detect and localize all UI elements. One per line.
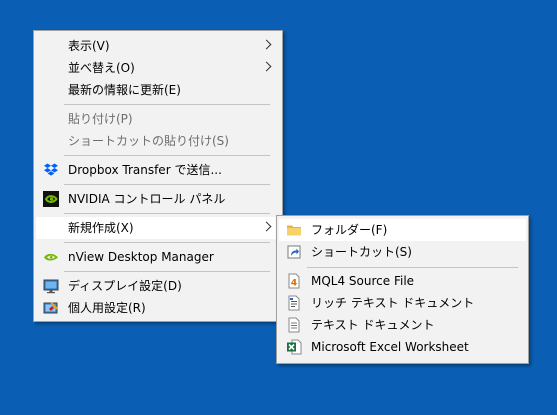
text-document-icon — [288, 317, 300, 333]
menu-separator — [64, 242, 270, 243]
menu-separator — [307, 267, 518, 268]
menu-separator — [64, 184, 270, 185]
menu-separator — [64, 104, 270, 105]
menu-item-paste-shortcut: ショートカットの貼り付け(S) — [36, 130, 280, 152]
menu-item-label: ディスプレイ設定(D) — [68, 279, 182, 293]
menu-item-label: 貼り付け(P) — [68, 112, 133, 126]
menu-item-label: nView Desktop Manager — [68, 250, 214, 264]
menu-item-new[interactable]: 新規作成(X) — [36, 217, 280, 239]
personalize-icon — [43, 302, 58, 314]
new-submenu: フォルダー(F) ショートカット(S) 4 MQL4 Source File リ… — [276, 215, 529, 364]
menu-item-paste: 貼り付け(P) — [36, 108, 280, 130]
menu-item-view[interactable]: 表示(V) — [36, 35, 280, 57]
menu-item-label: Microsoft Excel Worksheet — [311, 340, 469, 354]
menu-item-sort-by[interactable]: 並べ替え(O) — [36, 57, 280, 79]
svg-text:4: 4 — [291, 279, 297, 289]
menu-item-nview-desktop-manager[interactable]: nView Desktop Manager — [36, 246, 280, 268]
menu-separator — [64, 213, 270, 214]
submenu-item-mql4-source-file[interactable]: 4 MQL4 Source File — [279, 270, 526, 292]
menu-item-label: 個人用設定(R) — [68, 301, 146, 315]
submenu-item-text-document[interactable]: テキスト ドキュメント — [279, 314, 526, 336]
desktop-context-menu: 表示(V) 並べ替え(O) 最新の情報に更新(E) 貼り付け(P) ショートカッ… — [33, 30, 283, 322]
menu-separator — [64, 271, 270, 272]
mql4-file-icon: 4 — [288, 273, 300, 289]
nview-icon — [44, 253, 58, 261]
menu-item-personalize[interactable]: 個人用設定(R) — [36, 297, 280, 319]
menu-item-label: テキスト ドキュメント — [311, 318, 435, 332]
excel-icon — [287, 339, 302, 355]
menu-item-dropbox-transfer[interactable]: Dropbox Transfer で送信... — [36, 159, 280, 181]
menu-item-label: ショートカット(S) — [311, 245, 412, 259]
submenu-item-excel-worksheet[interactable]: Microsoft Excel Worksheet — [279, 336, 526, 358]
chevron-right-icon — [261, 61, 272, 72]
menu-separator — [64, 155, 270, 156]
dropbox-icon — [44, 163, 58, 176]
menu-item-label: ショートカットの貼り付け(S) — [68, 134, 229, 148]
folder-icon — [287, 225, 301, 236]
menu-item-label: 最新の情報に更新(E) — [68, 83, 181, 97]
submenu-item-rich-text-document[interactable]: リッチ テキスト ドキュメント — [279, 292, 526, 314]
submenu-item-shortcut[interactable]: ショートカット(S) — [279, 241, 526, 263]
menu-item-label: 並べ替え(O) — [68, 61, 135, 75]
menu-item-label: NVIDIA コントロール パネル — [68, 192, 226, 206]
menu-item-label: MQL4 Source File — [311, 274, 415, 288]
menu-item-label: リッチ テキスト ドキュメント — [311, 296, 475, 310]
menu-item-nvidia-control-panel[interactable]: NVIDIA コントロール パネル — [36, 188, 280, 210]
menu-item-label: 表示(V) — [68, 39, 110, 53]
menu-item-refresh[interactable]: 最新の情報に更新(E) — [36, 79, 280, 101]
menu-item-label: 新規作成(X) — [68, 221, 134, 235]
shortcut-icon — [287, 245, 301, 259]
menu-item-label: Dropbox Transfer で送信... — [68, 163, 222, 177]
submenu-item-folder[interactable]: フォルダー(F) — [279, 219, 526, 241]
menu-item-display-settings[interactable]: ディスプレイ設定(D) — [36, 275, 280, 297]
chevron-right-icon — [261, 221, 272, 232]
display-icon — [43, 279, 59, 294]
nvidia-icon — [43, 191, 59, 207]
rich-text-icon — [288, 295, 300, 311]
menu-item-label: フォルダー(F) — [311, 223, 388, 237]
chevron-right-icon — [261, 39, 272, 50]
